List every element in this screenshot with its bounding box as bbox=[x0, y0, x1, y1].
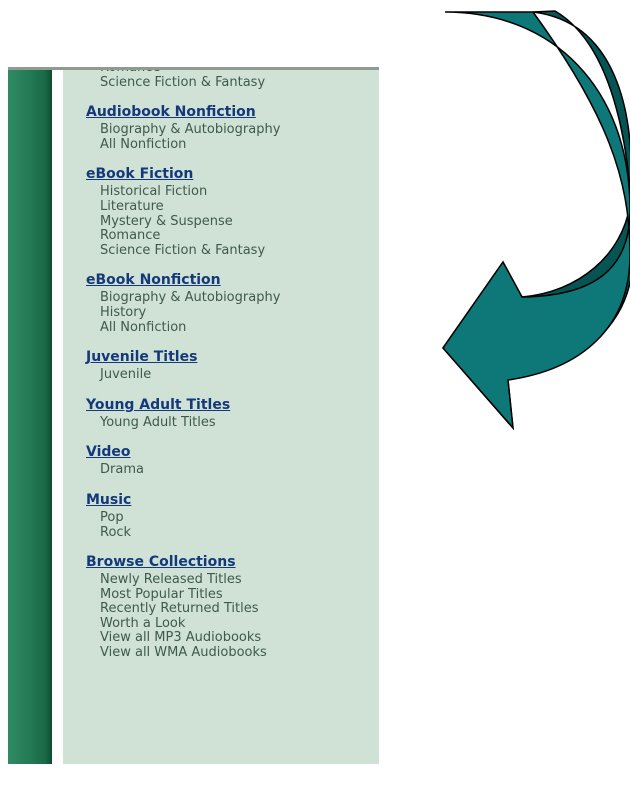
nav-item-juvenile[interactable]: Juvenile bbox=[86, 368, 376, 383]
nav-heading-browse-collections[interactable]: Browse Collections bbox=[86, 553, 376, 571]
nav-item-historical-fiction[interactable]: Historical Fiction bbox=[86, 185, 376, 200]
category-nav: Romance Science Fiction & Fantasy Audiob… bbox=[86, 67, 376, 674]
sidebar-green-strip bbox=[8, 67, 52, 764]
nav-item-biography-autobiography[interactable]: Biography & Autobiography bbox=[86, 291, 376, 306]
nav-item-mystery-suspense[interactable]: Mystery & Suspense bbox=[86, 214, 376, 230]
nav-heading-music[interactable]: Music bbox=[86, 491, 376, 509]
nav-section-audiobook-fiction-tail: Romance Science Fiction & Fantasy bbox=[86, 67, 376, 90]
nav-item-history[interactable]: History bbox=[86, 305, 376, 321]
nav-item-all-nonfiction[interactable]: All Nonfiction bbox=[86, 137, 376, 153]
nav-item-most-popular-titles[interactable]: Most Popular Titles bbox=[86, 587, 376, 603]
nav-heading-young-adult-titles[interactable]: Young Adult Titles bbox=[86, 396, 376, 414]
nav-section-young-adult-titles: Young Adult Titles Young Adult Titles bbox=[86, 396, 376, 431]
nav-item-biography-autobiography[interactable]: Biography & Autobiography bbox=[86, 123, 376, 138]
sidebar-white-gap bbox=[52, 67, 63, 764]
nav-section-ebook-fiction: eBook Fiction Historical Fiction Literat… bbox=[86, 165, 376, 258]
nav-item-literature[interactable]: Literature bbox=[86, 199, 376, 215]
arrow-body bbox=[442, 11, 630, 430]
nav-item-view-all-mp3-audiobooks[interactable]: View all MP3 Audiobooks bbox=[86, 631, 376, 646]
nav-heading-audiobook-nonfiction[interactable]: Audiobook Nonfiction bbox=[86, 103, 376, 121]
nav-section-music: Music Pop Rock bbox=[86, 491, 376, 540]
curved-down-left-arrow-icon bbox=[442, 10, 630, 430]
nav-item-all-nonfiction[interactable]: All Nonfiction bbox=[86, 320, 376, 336]
nav-item-science-fiction-fantasy[interactable]: Science Fiction & Fantasy bbox=[86, 243, 376, 259]
nav-item-recently-returned-titles[interactable]: Recently Returned Titles bbox=[86, 602, 376, 617]
nav-section-juvenile-titles: Juvenile Titles Juvenile bbox=[86, 348, 376, 383]
browse-nav-screenshot: Romance Science Fiction & Fantasy Audiob… bbox=[8, 67, 379, 764]
window-top-border bbox=[8, 67, 379, 70]
nav-item-drama[interactable]: Drama bbox=[86, 463, 376, 478]
nav-item-view-all-wma-audiobooks[interactable]: View all WMA Audiobooks bbox=[86, 645, 376, 661]
nav-heading-video[interactable]: Video bbox=[86, 443, 376, 461]
nav-heading-ebook-fiction[interactable]: eBook Fiction bbox=[86, 165, 376, 183]
nav-item-pop[interactable]: Pop bbox=[86, 510, 376, 526]
nav-section-audiobook-nonfiction: Audiobook Nonfiction Biography & Autobio… bbox=[86, 103, 376, 152]
nav-section-ebook-nonfiction: eBook Nonfiction Biography & Autobiograp… bbox=[86, 271, 376, 335]
nav-heading-ebook-nonfiction[interactable]: eBook Nonfiction bbox=[86, 271, 376, 289]
nav-section-browse-collections: Browse Collections Newly Released Titles… bbox=[86, 553, 376, 661]
nav-section-video: Video Drama bbox=[86, 443, 376, 478]
nav-item-newly-released-titles[interactable]: Newly Released Titles bbox=[86, 572, 376, 588]
nav-item-rock[interactable]: Rock bbox=[86, 525, 376, 541]
nav-item-young-adult-titles[interactable]: Young Adult Titles bbox=[86, 415, 376, 431]
nav-item-science-fiction-fantasy[interactable]: Science Fiction & Fantasy bbox=[86, 75, 376, 91]
nav-heading-juvenile-titles[interactable]: Juvenile Titles bbox=[86, 348, 376, 366]
nav-item-worth-a-look[interactable]: Worth a Look bbox=[86, 616, 376, 632]
nav-item-romance[interactable]: Romance bbox=[86, 229, 376, 244]
